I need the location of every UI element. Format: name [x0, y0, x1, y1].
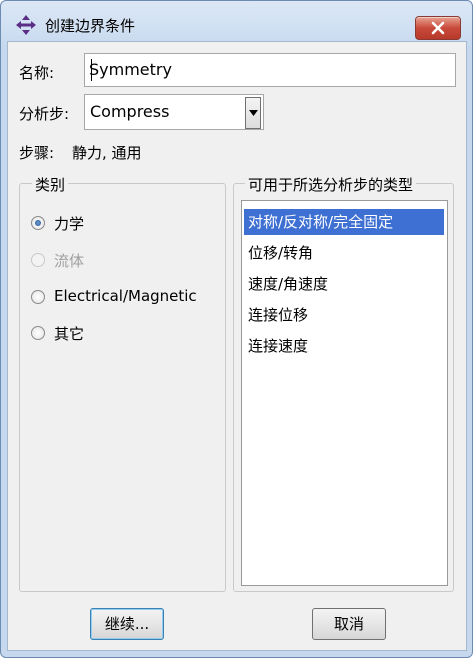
category-group-title: 类别 [32, 174, 69, 195]
radio-fluid [31, 253, 45, 267]
name-field[interactable]: Symmetry [84, 53, 456, 87]
close-button[interactable] [415, 16, 461, 40]
window-title: 创建边界条件 [45, 17, 136, 35]
step-value: Compress [90, 102, 170, 121]
radio-label-electrical-magnetic: Electrical/Magnetic [54, 287, 197, 305]
radio-label-other: 其它 [54, 325, 85, 343]
dialog-body: 名称: Symmetry 分析步: Compress 步骤: 静力, 通用 类别… [7, 41, 467, 651]
procedure-value: 静力, 通用 [72, 144, 142, 162]
step-label: 分析步: [19, 105, 70, 123]
procedure-label: 步骤: [19, 144, 55, 162]
dialog-window: 创建边界条件 名称: Symmetry 分析步: Compress 步骤: 静力… [0, 0, 473, 658]
type-item-velocity-angular-velocity[interactable]: 速度/角速度 [244, 271, 444, 297]
close-icon [431, 21, 445, 35]
category-group [19, 183, 226, 592]
radio-label-fluid: 流体 [54, 252, 85, 270]
radio-label-mechanical: 力学 [54, 215, 85, 233]
continue-button[interactable]: 继续... [90, 608, 164, 640]
type-item-symmetry[interactable]: 对称/反对称/完全固定 [244, 209, 444, 235]
type-item-connector-velocity[interactable]: 连接速度 [244, 333, 444, 359]
step-dropdown-button[interactable] [245, 97, 261, 129]
name-label: 名称: [19, 64, 55, 82]
types-group-title: 可用于所选分析步的类型 [245, 174, 417, 195]
chevron-down-icon [249, 110, 258, 116]
radio-other[interactable] [31, 326, 45, 340]
radio-electrical-magnetic[interactable] [31, 290, 45, 304]
text-cursor [91, 59, 92, 81]
move-arrows-icon [16, 15, 36, 35]
types-listbox[interactable]: 对称/反对称/完全固定 位移/转角 速度/角速度 连接位移 连接速度 [241, 200, 448, 586]
type-item-displacement-rotation[interactable]: 位移/转角 [244, 240, 444, 266]
radio-mechanical[interactable] [31, 216, 45, 230]
name-value: Symmetry [89, 60, 172, 79]
cancel-button[interactable]: 取消 [312, 608, 386, 640]
type-item-connector-displacement[interactable]: 连接位移 [244, 302, 444, 328]
step-select[interactable]: Compress [84, 94, 264, 130]
